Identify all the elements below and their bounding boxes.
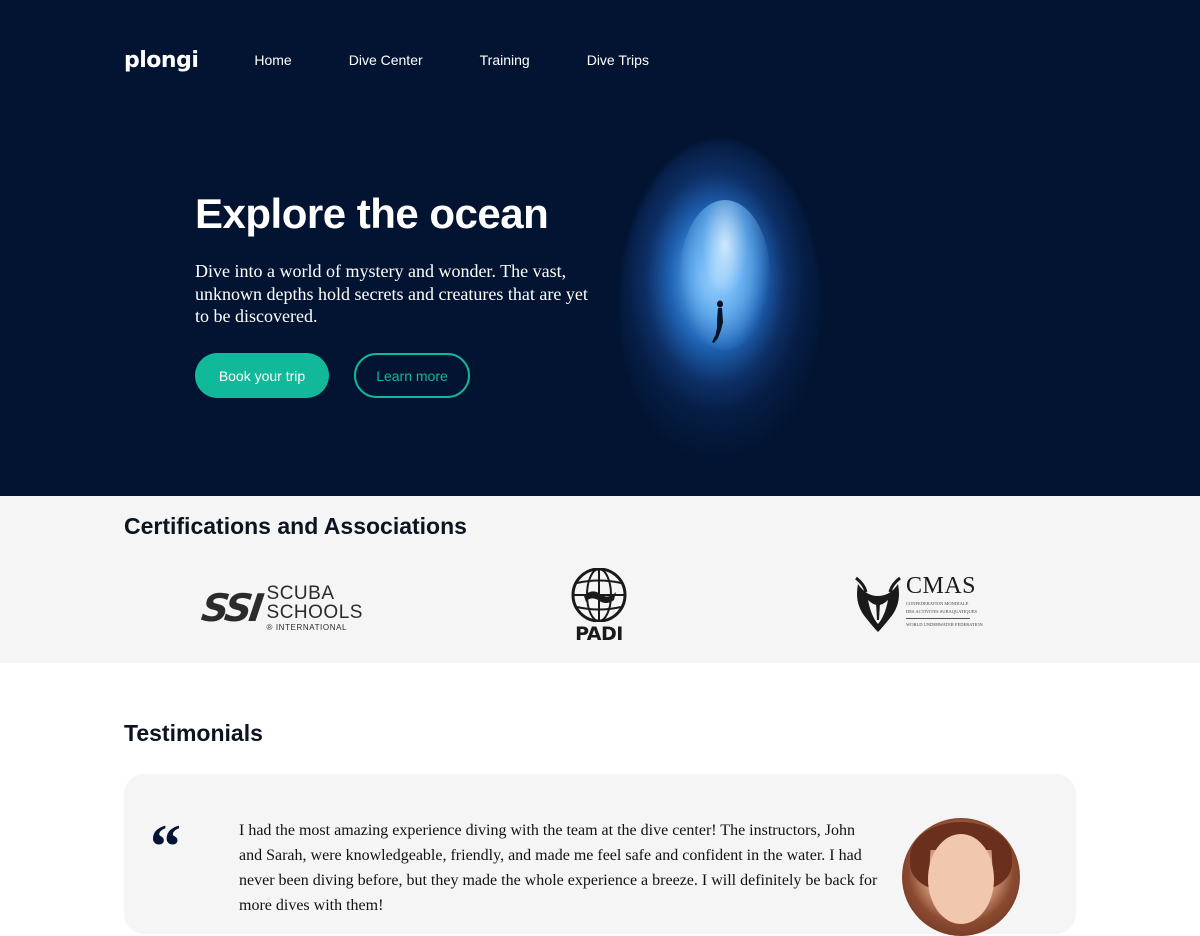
book-trip-button[interactable]: Book your trip xyxy=(195,353,329,398)
nav-link-home[interactable]: Home xyxy=(254,52,291,68)
certifications-section: Certifications and Associations SSI SCUB… xyxy=(0,496,1200,663)
testimonial-text: I had the most amazing experience diving… xyxy=(239,822,878,914)
padi-logo: PADI xyxy=(570,567,628,645)
ssi-mark: SSI xyxy=(198,586,264,630)
cmas-sub-2: DES ACTIVITES SUBAQUATIQUES xyxy=(906,609,978,614)
learn-more-button[interactable]: Learn more xyxy=(354,353,470,398)
ssi-logo: SSI SCUBA SCHOOLS ® INTERNATIONAL xyxy=(198,584,363,632)
hero-title: Explore the ocean xyxy=(195,190,549,237)
cmas-divider xyxy=(906,618,970,619)
nav-link-training[interactable]: Training xyxy=(480,52,530,68)
cmas-emblem-icon xyxy=(855,576,901,632)
testimonials-title: Testimonials xyxy=(124,720,263,746)
certifications-title: Certifications and Associations xyxy=(124,513,467,539)
cmas-sub-1: CONFEDERATION MONDIALE xyxy=(906,601,969,606)
padi-text: PADI xyxy=(575,623,623,645)
cmas-sub-3: WORLD UNDERWATER FEDERATION xyxy=(906,622,983,627)
ssi-line-2: SCHOOLS xyxy=(266,602,363,623)
nav-link-dive-trips[interactable]: Dive Trips xyxy=(587,52,649,68)
testimonial-card: “ I had the most amazing experience divi… xyxy=(124,774,1076,936)
hero-description: Dive into a world of mystery and wonder.… xyxy=(195,261,588,326)
quote-mark-icon: “ xyxy=(150,813,181,881)
ssi-line-1: SCUBA xyxy=(266,583,335,604)
ssi-line-3: ® INTERNATIONAL xyxy=(266,623,348,632)
site-logo[interactable]: plongi xyxy=(124,48,199,73)
avatar xyxy=(902,818,1020,936)
cmas-logo: CMAS CONFEDERATION MONDIALE DES ACTIVITE… xyxy=(852,574,983,634)
cmas-wordmark: CMAS CONFEDERATION MONDIALE DES ACTIVITE… xyxy=(906,574,983,627)
ssi-wordmark: SCUBA SCHOOLS ® INTERNATIONAL xyxy=(267,584,363,632)
padi-globe-icon xyxy=(571,567,627,623)
main-nav: plongi Home Dive Center Training Dive Tr… xyxy=(124,44,706,76)
hero-section: plongi Home Dive Center Training Dive Tr… xyxy=(0,0,1200,496)
nav-link-dive-center[interactable]: Dive Center xyxy=(349,52,423,68)
diver-silhouette-icon xyxy=(712,300,723,343)
cmas-text: CMAS xyxy=(906,573,977,599)
